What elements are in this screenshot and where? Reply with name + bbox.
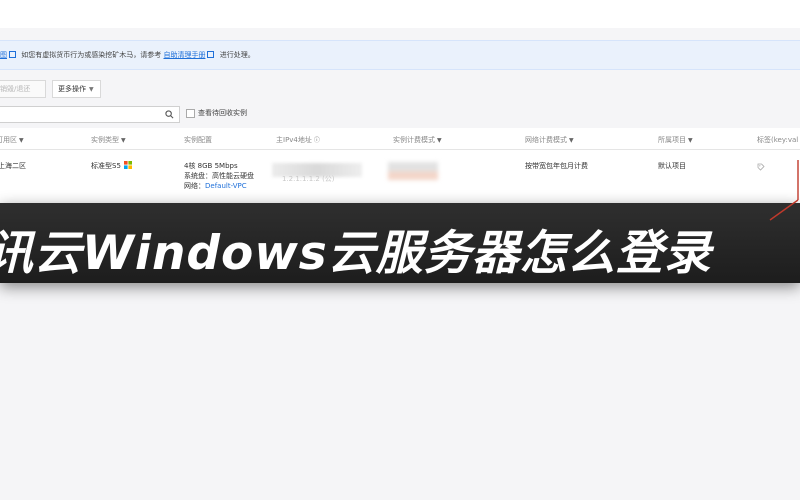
- filter-icon[interactable]: ▼: [569, 137, 574, 144]
- column-header-type[interactable]: 实例类型 ▼: [91, 135, 126, 145]
- cell-type: 标准型S5: [91, 161, 132, 171]
- filter-icon[interactable]: ▼: [437, 137, 442, 144]
- notice-text-end: 进行处理。: [219, 51, 255, 59]
- notice-manual-link[interactable]: 自助清理手册: [163, 51, 205, 59]
- search-input[interactable]: [0, 106, 180, 123]
- column-header-tags: 标签(key:val: [757, 136, 799, 144]
- config-network: 网络：Default-VPC: [184, 181, 254, 191]
- cell-config: 4核 8GB 5Mbps 系统盘：高性能云硬盘 网络：Default-VPC: [184, 161, 254, 191]
- more-actions-label: 更多操作: [58, 85, 86, 93]
- billing-blurred: [388, 162, 438, 180]
- red-annotation-line: [769, 160, 799, 221]
- filter-icon[interactable]: ▼: [19, 137, 24, 144]
- column-header-project[interactable]: 所属项目 ▼: [658, 135, 693, 145]
- column-header-ipv4: 主IPv4地址 ⓘ: [276, 135, 320, 145]
- notice-prefix-link[interactable]: 图: [0, 51, 7, 59]
- cell-type-label: 标准型S5: [91, 162, 121, 170]
- notice-text: 如您有虚拟货币行为或感染挖矿木马，请参考: [21, 51, 162, 59]
- banner-title: 讯云Windows云服务器怎么登录: [0, 226, 712, 281]
- column-header-config: 实例配置: [184, 136, 212, 144]
- top-bar: [0, 0, 800, 28]
- config-disk: 系统盘：高性能云硬盘: [184, 172, 254, 180]
- recycle-checkbox[interactable]: [186, 109, 195, 118]
- filter-icon[interactable]: ▼: [121, 137, 126, 144]
- info-icon[interactable]: ⓘ: [314, 137, 320, 144]
- cell-ipv4: 1.2.1.1.1.2 (公): [282, 175, 335, 183]
- windows-icon: [123, 161, 132, 169]
- vpc-link[interactable]: Default-VPC: [205, 182, 247, 190]
- more-actions-button[interactable]: 更多操作 ▼: [52, 80, 101, 98]
- instance-table: 可用区▼ 实例类型▼ 实例配置 主IPv4地址ⓘ 实例计费模式▼ 网络计费模式▼…: [0, 128, 800, 204]
- toolbar: 销毁/退还 更多操作 ▼: [0, 80, 800, 102]
- column-header-ipv4-label: 主IPv4地址: [276, 136, 312, 144]
- table-header: 可用区▼ 实例类型▼ 实例配置 主IPv4地址ⓘ 实例计费模式▼ 网络计费模式▼…: [0, 128, 800, 150]
- table-row[interactable]: 上海二区 标准型S5 4核 8GB 5Mbps 系统盘：高性能云硬盘 网络：De…: [0, 150, 800, 200]
- destroy-button[interactable]: 销毁/退还: [0, 80, 46, 98]
- column-header-net-billing-label: 网络计费模式: [525, 136, 567, 144]
- column-header-zone-label: 可用区: [0, 136, 17, 144]
- external-link-icon: [9, 51, 16, 58]
- column-header-net-billing[interactable]: 网络计费模式 ▼: [525, 135, 574, 145]
- chevron-down-icon: ▼: [89, 86, 94, 93]
- filter-icon[interactable]: ▼: [688, 137, 693, 144]
- external-link-icon: [207, 51, 215, 58]
- cell-net-billing: 按带宽包年包月计费: [525, 162, 588, 170]
- cell-zone: 上海二区: [0, 162, 26, 170]
- config-network-label: 网络：: [184, 182, 205, 190]
- config-spec: 4核 8GB 5Mbps: [184, 162, 238, 170]
- cell-project: 默认项目: [658, 162, 686, 170]
- title-banner: 讯云Windows云服务器怎么登录: [0, 203, 800, 283]
- recycle-checkbox-label: 查看待回收实例: [198, 109, 247, 117]
- search-icon[interactable]: [165, 110, 174, 119]
- column-header-billing-label: 实例计费模式: [393, 136, 435, 144]
- column-header-type-label: 实例类型: [91, 136, 119, 144]
- column-header-project-label: 所属项目: [658, 136, 686, 144]
- notice-bar: 图 如您有虚拟货币行为或感染挖矿木马，请参考 自助清理手册 进行处理。: [0, 40, 800, 70]
- search-row: 查看待回收实例: [0, 106, 800, 124]
- column-header-zone[interactable]: 可用区▼: [0, 135, 24, 145]
- column-header-billing[interactable]: 实例计费模式 ▼: [393, 135, 442, 145]
- destroy-button-label: 销毁/退还: [0, 85, 31, 93]
